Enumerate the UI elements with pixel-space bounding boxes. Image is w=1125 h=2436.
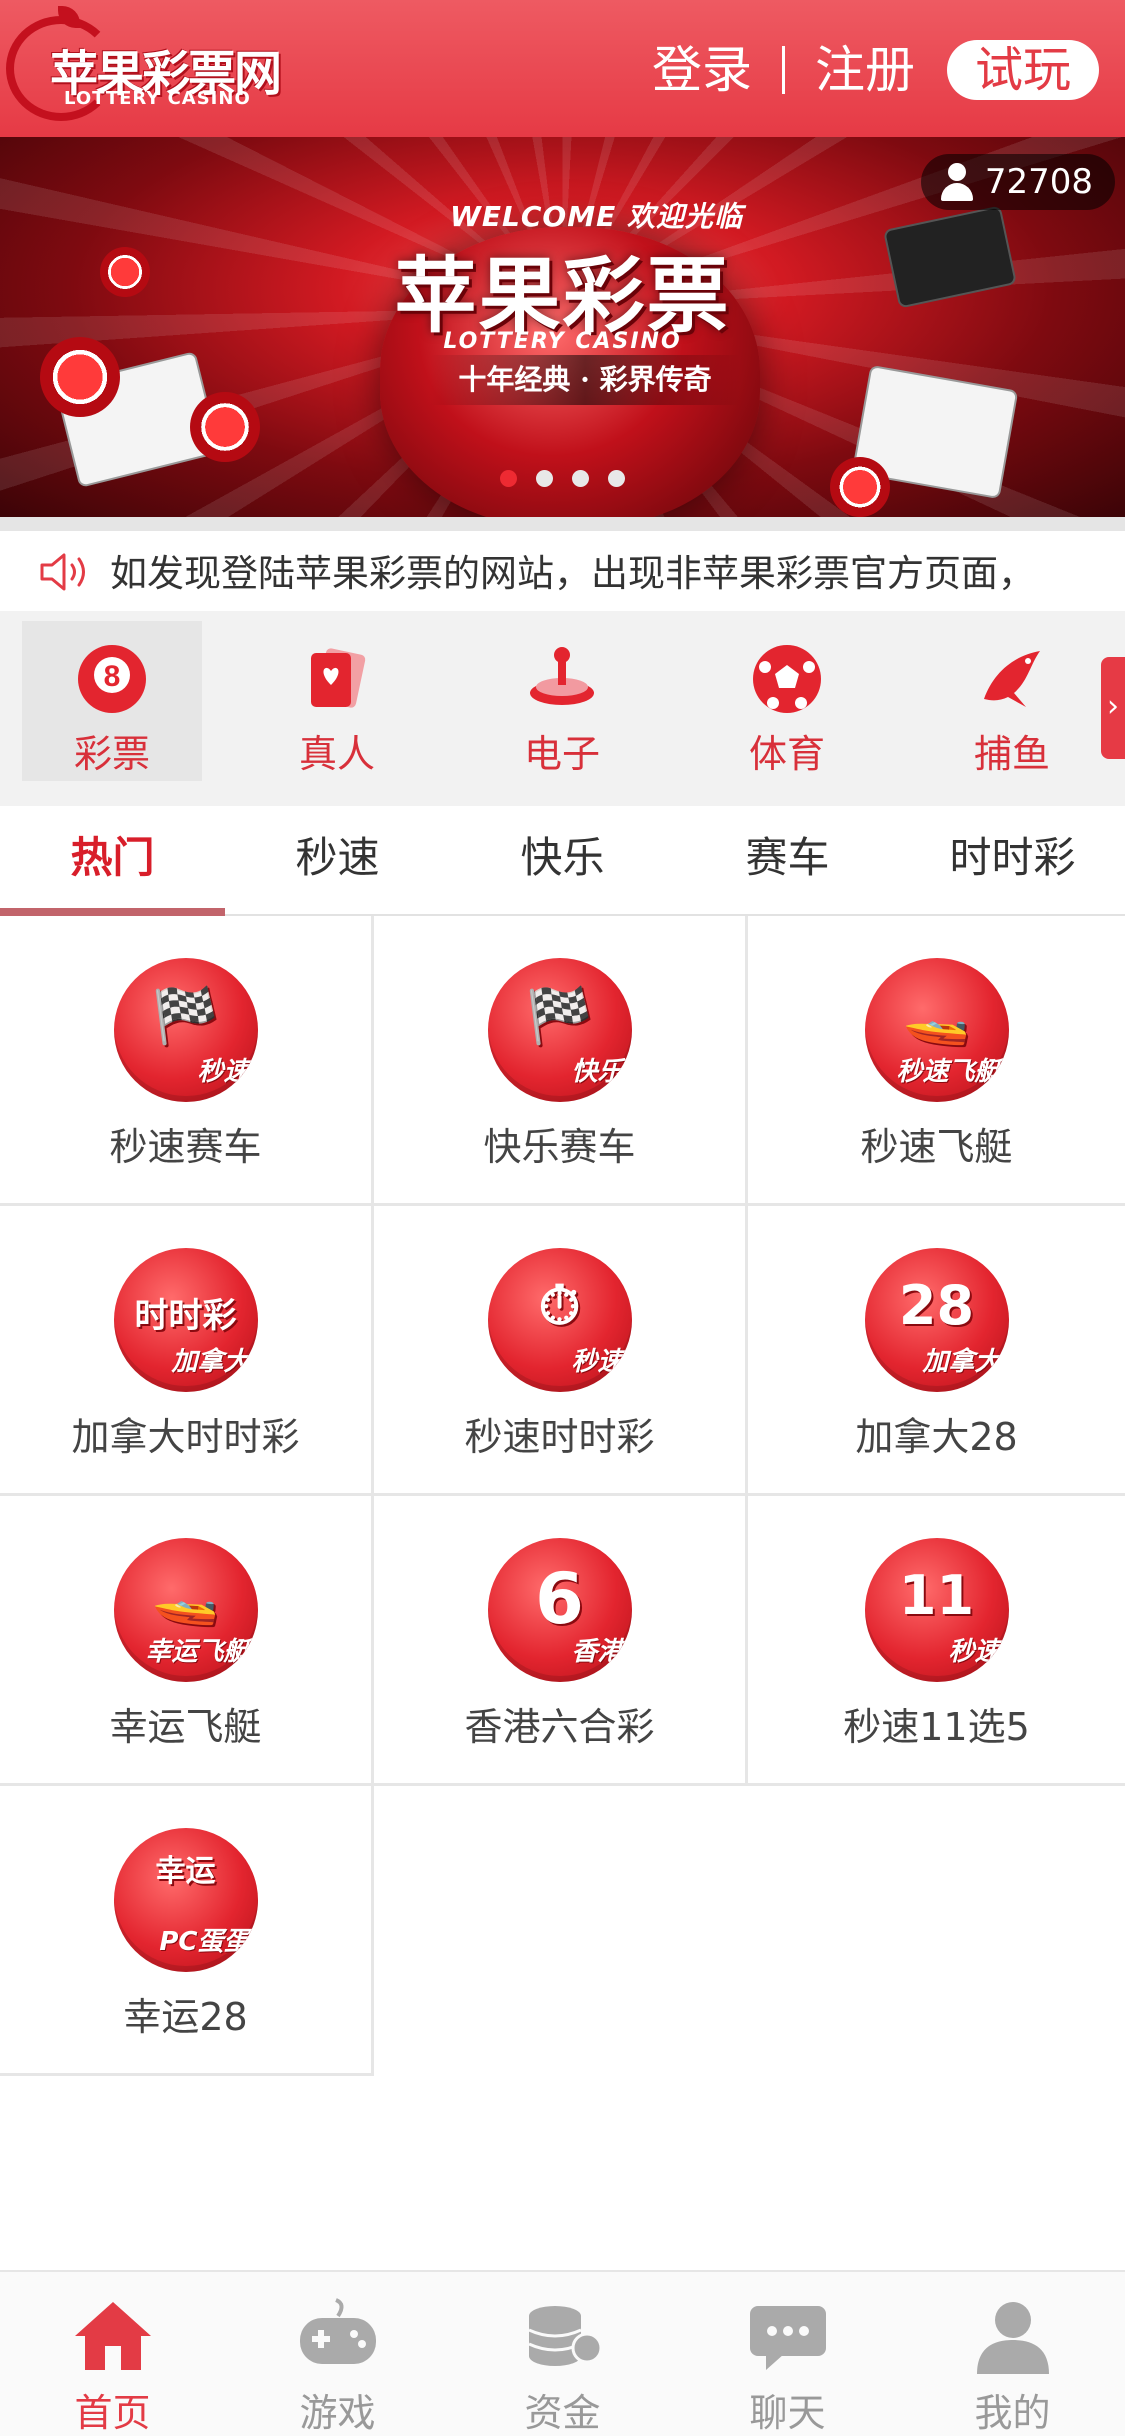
home-icon xyxy=(74,2302,151,2370)
carousel-dots xyxy=(0,470,1125,487)
auth-actions: 登录 注册 试玩 xyxy=(652,40,1099,100)
lottery-ball-icon: 8 xyxy=(78,645,146,713)
category-tab-sports[interactable]: 体育 xyxy=(697,621,877,781)
pc-egg-icon: 幸运 PC蛋蛋 xyxy=(113,1828,258,1972)
tab-speed[interactable]: 秒速 xyxy=(225,806,450,916)
six-star-icon: 6 香港 xyxy=(487,1538,632,1682)
game-card[interactable]: 时时彩 加拿大 加拿大时时彩 xyxy=(0,1206,374,1496)
category-tab-lottery[interactable]: 8 彩票 xyxy=(22,621,202,781)
section-divider xyxy=(0,517,1125,531)
soccer-ball-icon xyxy=(753,645,821,713)
game-card[interactable]: 🏁 秒速 秒速赛车 xyxy=(0,916,374,1206)
lottery-subtabs: 热门 秒速 快乐 赛车 时时彩 xyxy=(0,806,1125,916)
game-label: 香港六合彩 xyxy=(464,1705,655,1749)
category-tab-fishing[interactable]: 捕鱼 xyxy=(922,621,1102,781)
category-label: 捕鱼 xyxy=(973,732,1050,776)
number-11-icon: 11 秒速 xyxy=(864,1538,1009,1682)
nav-mine[interactable]: 我的 xyxy=(900,2272,1125,2436)
poker-chip-icon xyxy=(830,457,890,517)
category-label: 体育 xyxy=(748,732,825,776)
bottom-navigation: 首页 游戏 资金 聊天 我的 xyxy=(0,2270,1125,2436)
game-label: 快乐赛车 xyxy=(483,1125,636,1169)
notice-text: 如发现登陆苹果彩票的网站，出现非苹果彩票官方页面， xyxy=(110,552,1035,595)
game-label: 秒速飞艇 xyxy=(860,1125,1013,1169)
visitor-count: 72708 xyxy=(984,162,1093,202)
coins-icon xyxy=(527,2306,602,2366)
login-link[interactable]: 登录 xyxy=(652,40,752,100)
active-tab-indicator xyxy=(0,908,225,916)
cards-icon xyxy=(311,648,366,708)
category-tabs: 8 彩票 真人 电子 体育 捕鱼 › xyxy=(0,611,1125,806)
tab-hot[interactable]: 热门 xyxy=(0,806,225,916)
jet-ski-icon: 🚤 秒速飞艇 xyxy=(864,958,1009,1102)
promo-banner[interactable]: WELCOME 欢迎光临 苹果彩票 LOTTERY CASINO 十年经典 · … xyxy=(0,137,1125,517)
tab-happy[interactable]: 快乐 xyxy=(450,806,675,916)
game-card[interactable]: 🚤 幸运飞艇 幸运飞艇 xyxy=(0,1496,374,1786)
game-label: 秒速11选5 xyxy=(843,1705,1030,1749)
nav-label: 资金 xyxy=(524,2391,601,2435)
tab-racing[interactable]: 赛车 xyxy=(675,806,900,916)
game-label: 秒速赛车 xyxy=(109,1125,262,1169)
banner-slogan: 十年经典 · 彩界传奇 xyxy=(430,355,740,405)
carousel-dot[interactable] xyxy=(572,470,589,487)
game-label: 加拿大28 xyxy=(855,1415,1018,1459)
carousel-dot[interactable] xyxy=(500,470,517,487)
register-link[interactable]: 注册 xyxy=(815,40,915,100)
game-card[interactable]: 🚤 秒速飞艇 秒速飞艇 xyxy=(748,916,1125,1206)
nav-games[interactable]: 游戏 xyxy=(225,2272,450,2436)
chevron-right-icon[interactable]: › xyxy=(1101,657,1125,759)
tab-ssc[interactable]: 时时彩 xyxy=(900,806,1125,916)
game-label: 加拿大时时彩 xyxy=(71,1415,300,1459)
nav-label: 游戏 xyxy=(299,2391,376,2435)
category-label: 真人 xyxy=(298,732,375,776)
trial-button[interactable]: 试玩 xyxy=(947,40,1099,100)
nav-funds[interactable]: 资金 xyxy=(450,2272,675,2436)
user-icon xyxy=(940,163,973,201)
jet-ski-icon: 🚤 幸运飞艇 xyxy=(113,1538,258,1682)
carousel-dot[interactable] xyxy=(536,470,553,487)
nav-home[interactable]: 首页 xyxy=(0,2272,225,2436)
app-header: 苹果彩票网 LOTTERY CASINO 登录 注册 试玩 xyxy=(0,0,1125,137)
fish-icon xyxy=(984,651,1040,707)
speaker-icon xyxy=(40,553,85,591)
race-car-icon: 🏁 秒速 xyxy=(113,958,258,1102)
header-divider xyxy=(782,46,785,94)
carousel-dot[interactable] xyxy=(608,470,625,487)
game-card[interactable]: 6 香港 香港六合彩 xyxy=(374,1496,748,1786)
poker-chip-icon xyxy=(190,392,260,462)
category-tab-live[interactable]: 真人 xyxy=(247,621,427,781)
nav-chat[interactable]: 聊天 xyxy=(675,2272,900,2436)
game-card[interactable]: 28 加拿大 加拿大28 xyxy=(748,1206,1125,1496)
slot-machine-icon xyxy=(530,647,594,705)
category-tab-electronic[interactable]: 电子 xyxy=(472,621,652,781)
game-card[interactable]: 🏁 快乐 快乐赛车 xyxy=(374,916,748,1206)
game-label: 幸运飞艇 xyxy=(109,1705,262,1749)
visitor-count-badge: 72708 xyxy=(920,154,1115,210)
game-label: 秒速时时彩 xyxy=(464,1415,655,1459)
game-card[interactable]: 幸运 PC蛋蛋 幸运28 xyxy=(0,1786,374,2076)
nav-label: 聊天 xyxy=(749,2391,826,2435)
race-car-icon: 🏁 快乐 xyxy=(487,958,632,1102)
game-card[interactable]: ⏱ 秒速 秒速时时彩 xyxy=(374,1206,748,1496)
gamepad-icon xyxy=(299,2298,376,2364)
nav-label: 首页 xyxy=(74,2391,151,2435)
number-28-icon: 28 加拿大 xyxy=(864,1248,1009,1392)
category-label: 彩票 xyxy=(73,732,150,776)
svg-text:8: 8 xyxy=(104,660,121,693)
category-label: 电子 xyxy=(523,732,600,776)
user-icon xyxy=(976,2302,1049,2374)
logo-subtitle: LOTTERY CASINO xyxy=(64,88,251,109)
game-card[interactable]: 11 秒速 秒速11选5 xyxy=(748,1496,1125,1786)
lottery-ball-icon: 时时彩 加拿大 xyxy=(113,1248,258,1392)
stopwatch-icon: ⏱ 秒速 xyxy=(487,1248,632,1392)
chat-icon xyxy=(749,2306,826,2370)
banner-casino-text: LOTTERY CASINO xyxy=(443,329,682,354)
notice-marquee[interactable]: 如发现登陆苹果彩票的网站，出现非苹果彩票官方页面， xyxy=(0,531,1125,611)
site-logo[interactable]: 苹果彩票网 LOTTERY CASINO xyxy=(6,6,296,125)
nav-label: 我的 xyxy=(974,2391,1051,2435)
game-label: 幸运28 xyxy=(123,1995,248,2039)
